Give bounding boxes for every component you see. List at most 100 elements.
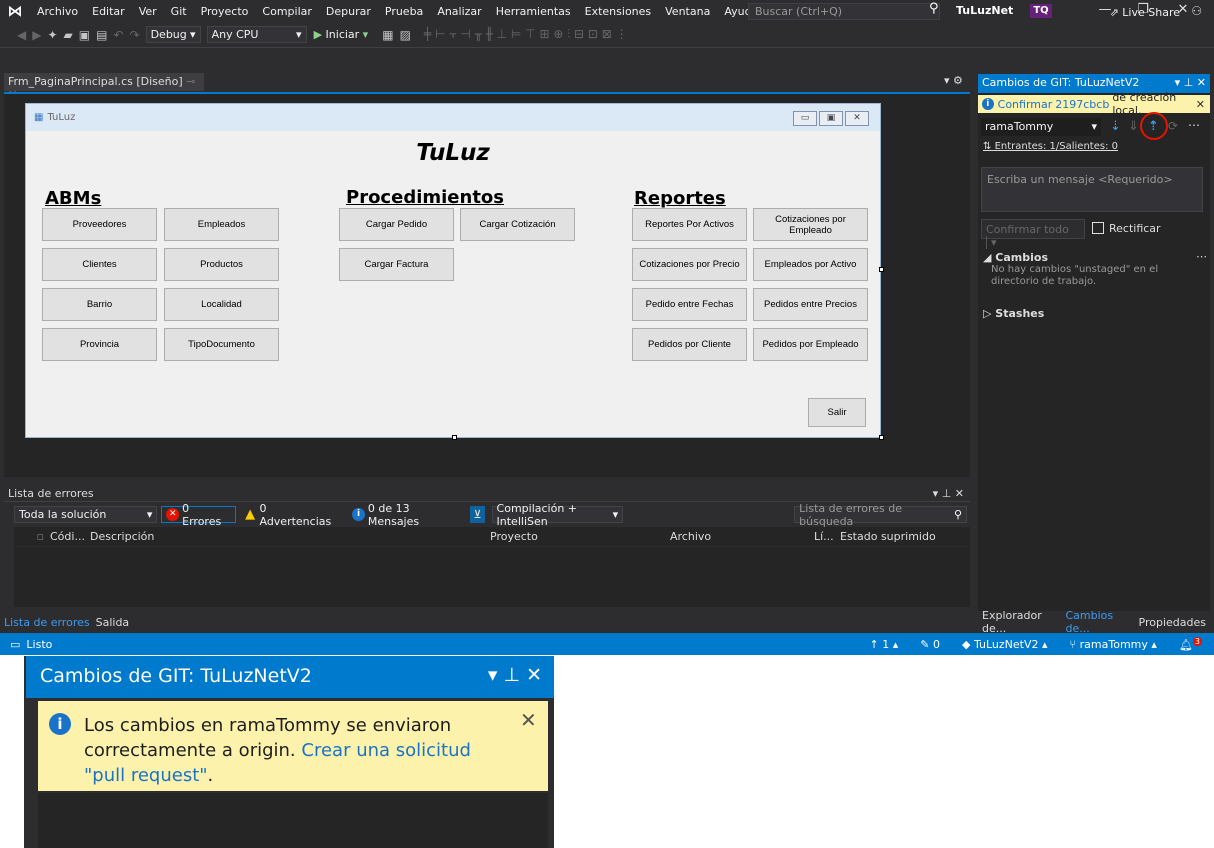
- tab-error-list[interactable]: Lista de errores: [4, 616, 90, 629]
- push-count[interactable]: ↑ 1 ▴: [870, 638, 899, 651]
- messages-filter-button[interactable]: i0 de 13 Mensajes: [348, 502, 466, 528]
- proveedores-button[interactable]: Proveedores: [42, 208, 157, 241]
- close-icon[interactable]: ✕: [520, 708, 537, 732]
- align-icons[interactable]: ╪ ⊢ ⫟ ⊣ ╥ ╫ ⊥ ⊨ ⊤ ⊞ ⊕ ⫶ ⊟ ⊡ ⊠ ⋮: [424, 27, 628, 42]
- build-filter-select[interactable]: Compilación + IntelliSen ▾: [491, 502, 624, 528]
- menu-ventana[interactable]: Ventana: [658, 5, 717, 18]
- more-icon[interactable]: ⋯: [1196, 250, 1207, 263]
- sync-icon[interactable]: ⟳: [1168, 119, 1178, 133]
- incoming-outgoing-link[interactable]: ⇅ Entrantes: 1/Salientes: 0: [983, 141, 1118, 152]
- pin-icon[interactable]: ⊸: [186, 75, 195, 88]
- close-icon[interactable]: ✕: [845, 111, 869, 126]
- menu-archivo[interactable]: Archivo: [30, 5, 85, 18]
- pedidos-entre-precios-button[interactable]: Pedidos entre Precios: [753, 288, 868, 321]
- document-tab[interactable]: Frm_PaginaPrincipal.cs [Diseño] ⊸ ✕: [4, 73, 204, 101]
- pedido-entre-fechas-button[interactable]: Pedido entre Fechas: [632, 288, 747, 321]
- pencil-count[interactable]: ✎ 0: [920, 638, 940, 651]
- info-prefix[interactable]: Confirmar: [998, 98, 1053, 111]
- column-header[interactable]: Estado suprimido: [840, 530, 950, 543]
- search-icon[interactable]: ⚲: [929, 1, 939, 16]
- menu-depurar[interactable]: Depurar: [319, 5, 378, 18]
- back-icon[interactable]: ◀: [17, 28, 26, 42]
- warnings-filter-button[interactable]: ▲ 0 Advertencias: [240, 502, 344, 528]
- clientes-button[interactable]: Clientes: [42, 248, 157, 281]
- pedidos-por-empleado-button[interactable]: Pedidos por Empleado: [753, 328, 868, 361]
- empleados-por-activo-button[interactable]: Empleados por Activo: [753, 248, 868, 281]
- save-all-icon[interactable]: ▤: [96, 28, 107, 42]
- menu-analizar[interactable]: Analizar: [430, 5, 488, 18]
- close-icon[interactable]: ✕: [1196, 98, 1205, 111]
- more-icon[interactable]: ⋯: [1188, 118, 1200, 132]
- tab-output[interactable]: Salida: [96, 616, 130, 629]
- resize-handle[interactable]: [452, 435, 457, 440]
- save-icon[interactable]: ▣: [79, 28, 90, 42]
- menu-extensiones[interactable]: Extensiones: [578, 5, 659, 18]
- search-icon[interactable]: ⚲: [954, 508, 962, 521]
- panel-controls-icon[interactable]: ▾ ⊥ ✕: [488, 664, 542, 686]
- menu-proyecto[interactable]: Proyecto: [194, 5, 256, 18]
- menu-prueba[interactable]: Prueba: [378, 5, 430, 18]
- search-input[interactable]: Buscar (Ctrl+Q): [748, 3, 940, 20]
- redo-icon[interactable]: ↷: [130, 28, 140, 42]
- tipodocumento-button[interactable]: TipoDocumento: [164, 328, 279, 361]
- panel-controls-icon[interactable]: ▾ ⊥ ✕: [933, 487, 964, 500]
- column-header[interactable]: Archivo: [670, 530, 814, 543]
- menu-editar[interactable]: Editar: [85, 5, 132, 18]
- maximize-icon[interactable]: ▣: [819, 111, 843, 126]
- settings-icon[interactable]: ▾ ⚙: [944, 74, 963, 87]
- panel-controls-icon[interactable]: ▾ ⊥ ✕: [1175, 76, 1206, 89]
- provincia-button[interactable]: Provincia: [42, 328, 157, 361]
- reportes-por-activos-button[interactable]: Reportes Por Activos: [632, 208, 747, 241]
- win-form[interactable]: ▦ TuLuz ▭ ▣ ✕ TuLuz ABMs Procedimientos R…: [25, 103, 881, 438]
- column-header[interactable]: Códi...: [44, 530, 90, 543]
- avatar[interactable]: TQ: [1030, 4, 1052, 18]
- salir-button[interactable]: Salir: [808, 398, 866, 427]
- error-search-input[interactable]: Lista de errores de búsqueda ⚲: [794, 502, 967, 528]
- forward-icon[interactable]: ▶: [32, 28, 41, 42]
- stashes-header[interactable]: ▷ Stashes: [983, 307, 1044, 320]
- menu-herramientas[interactable]: Herramientas: [489, 5, 578, 18]
- start-button[interactable]: ▶ Iniciar ▾: [314, 28, 369, 41]
- cargar-pedido-button[interactable]: Cargar Pedido: [339, 208, 454, 241]
- undo-icon[interactable]: ↶: [113, 28, 123, 42]
- tab-git-changes[interactable]: Cambios de...: [1061, 609, 1134, 635]
- pull-icon[interactable]: ⇓: [1128, 119, 1139, 134]
- menu-ver[interactable]: Ver: [132, 5, 164, 18]
- chevron-down-icon[interactable]: ▾: [986, 236, 997, 249]
- amend-checkbox[interactable]: [1092, 222, 1104, 234]
- resize-handle[interactable]: [879, 267, 884, 272]
- config-select[interactable]: Debug ▾: [145, 26, 201, 43]
- minimize-icon[interactable]: ▭: [793, 111, 817, 126]
- productos-button[interactable]: Productos: [164, 248, 279, 281]
- tab-solution-explorer[interactable]: Explorador de...: [978, 609, 1061, 635]
- commit-all-button[interactable]: Confirmar todo ▾: [981, 219, 1085, 249]
- platform-select[interactable]: Any CPU ▾: [206, 26, 307, 43]
- cotizaciones-por-empleado-button[interactable]: Cotizaciones por Empleado: [753, 208, 868, 241]
- column-header[interactable]: Lí...: [814, 530, 840, 543]
- cargar-cotizacion-button[interactable]: Cargar Cotización: [460, 208, 575, 241]
- live-share-button[interactable]: ⇗ Live Share: [1110, 6, 1180, 19]
- barrio-button[interactable]: Barrio: [42, 288, 157, 321]
- branch-selector[interactable]: ⑂ ramaTommy ▴: [1070, 638, 1157, 651]
- browser-icon[interactable]: ▦: [382, 28, 393, 42]
- cargar-factura-button[interactable]: Cargar Factura: [339, 248, 454, 281]
- filter-icon[interactable]: ⊻: [470, 506, 485, 523]
- errors-filter-button[interactable]: ✕ 0 Errores: [161, 502, 236, 528]
- menu-compilar[interactable]: Compilar: [255, 5, 318, 18]
- new-item-icon[interactable]: ✦: [47, 28, 57, 42]
- changes-header[interactable]: ◢ Cambios: [983, 251, 1048, 264]
- notifications-icon[interactable]: 🔔︎ 3: [1179, 636, 1202, 651]
- column-header[interactable]: Proyecto: [490, 530, 670, 543]
- empleados-button[interactable]: Empleados: [164, 208, 279, 241]
- column-header[interactable]: Descripción: [90, 530, 490, 543]
- menu-git[interactable]: Git: [164, 5, 194, 18]
- scope-select[interactable]: Toda la solución ▾: [14, 506, 158, 523]
- resize-handle[interactable]: [879, 435, 884, 440]
- commit-hash-link[interactable]: 2197cbcb: [1055, 98, 1109, 111]
- cotizaciones-por-precio-button[interactable]: Cotizaciones por Precio: [632, 248, 747, 281]
- localidad-button[interactable]: Localidad: [164, 288, 279, 321]
- branch-select[interactable]: ramaTommy ▾: [981, 118, 1101, 136]
- pedidos-por-cliente-button[interactable]: Pedidos por Cliente: [632, 328, 747, 361]
- tab-properties[interactable]: Propiedades: [1135, 616, 1210, 629]
- person-icon[interactable]: ⚇: [1191, 4, 1202, 18]
